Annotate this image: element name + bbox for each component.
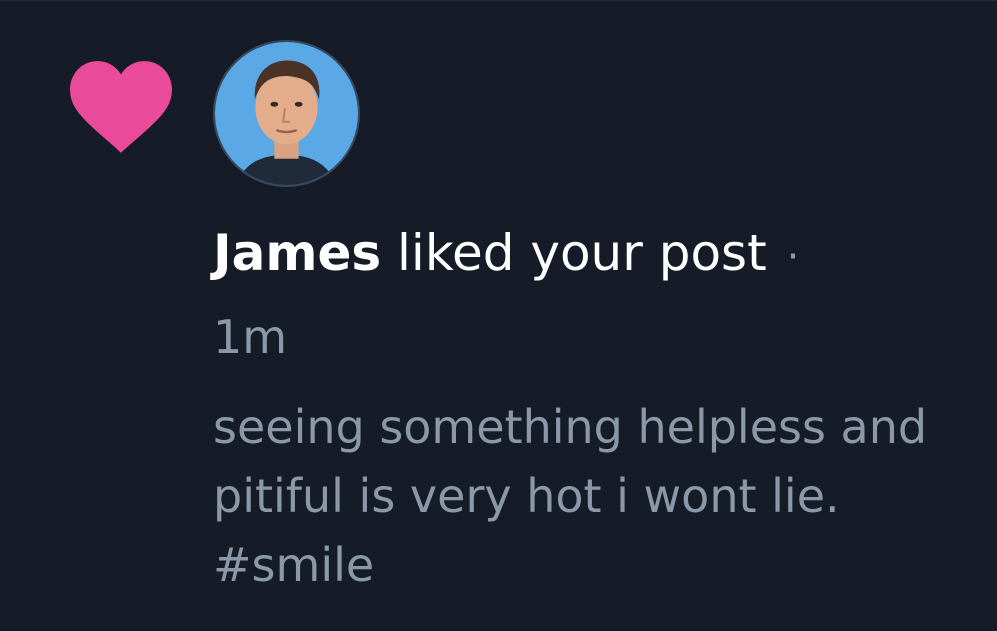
timestamp[interactable]: 1m bbox=[213, 307, 973, 367]
like-notification[interactable]: James liked your post · 1m seeing someth… bbox=[0, 0, 997, 631]
separator-dot: · bbox=[786, 234, 800, 280]
action-text: liked your post bbox=[397, 224, 767, 282]
notification-headline: James liked your post · 1m bbox=[213, 223, 973, 367]
user-avatar-icon bbox=[215, 42, 358, 185]
post-preview-text[interactable]: seeing something helpless and pitiful is… bbox=[213, 393, 953, 600]
actor-name[interactable]: James bbox=[213, 224, 381, 282]
avatar[interactable] bbox=[213, 40, 360, 187]
notification-content: James liked your post · 1m seeing someth… bbox=[213, 223, 973, 600]
heart-icon bbox=[70, 59, 172, 157]
